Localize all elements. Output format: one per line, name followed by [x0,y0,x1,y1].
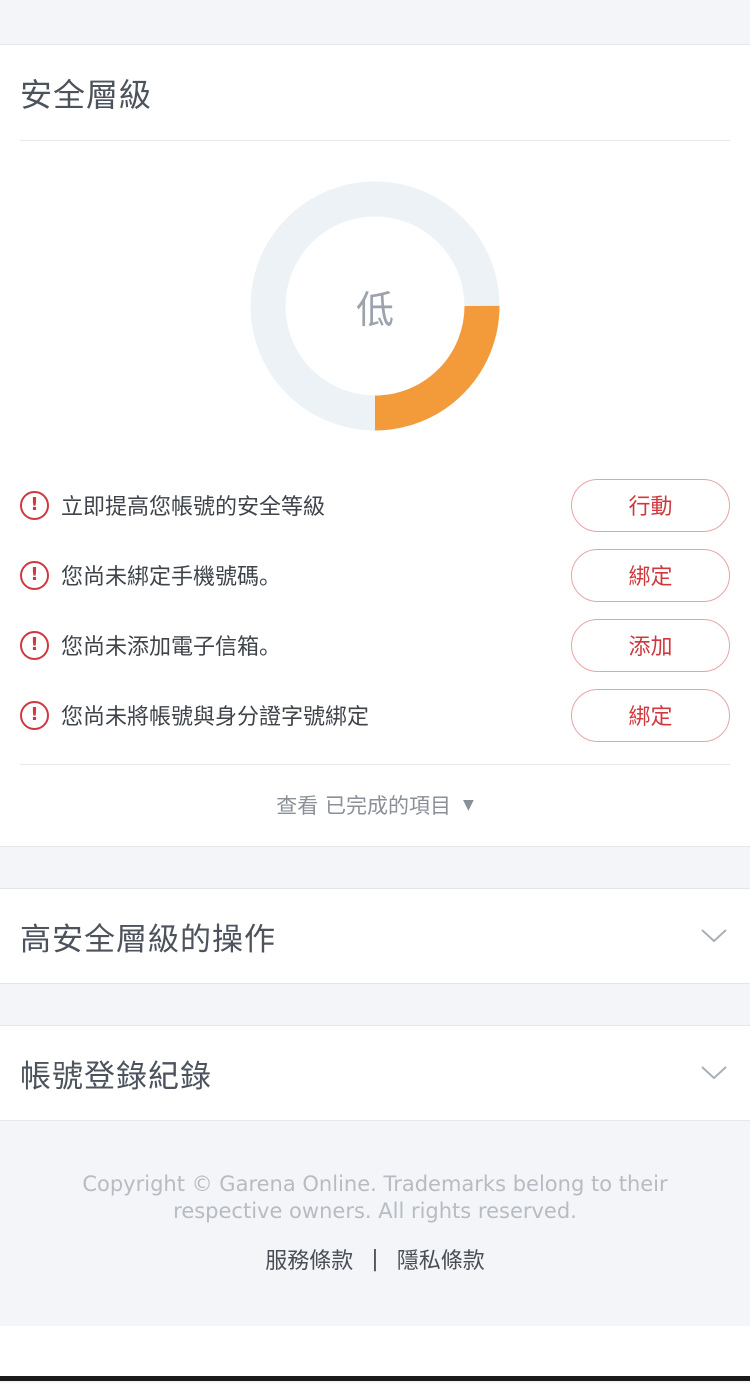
accordion-login-history[interactable]: 帳號登錄紀錄 [0,1026,750,1121]
link-separator: | [371,1246,379,1272]
security-level-label: 低 [355,287,394,332]
privacy-link[interactable]: 隱私條款 [397,1243,485,1275]
view-completed-toggle[interactable]: 查看 已完成的項目 ▼ [0,765,750,845]
terms-link[interactable]: 服務條款 [265,1243,353,1275]
security-task-list: ! 立即提高您帳號的安全等級 行動 ! 您尚未綁定手機號碼。 綁定 ! 您尚未添… [20,470,730,750]
caret-down-icon: ▼ [462,797,474,813]
home-indicator-bar [0,1376,750,1381]
chevron-down-icon [701,1066,727,1080]
top-spacer [0,0,750,45]
security-level-title: 安全層級 [20,45,730,141]
task-row-id: ! 您尚未將帳號與身分證字號綁定 綁定 [20,680,730,750]
action-button[interactable]: 行動 [571,478,730,532]
task-text: 您尚未添加電子信箱。 [61,635,282,660]
footer-links: 服務條款 | 隱私條款 [0,1243,750,1275]
copyright-text: Copyright © Garena Online. Trademarks be… [65,1171,685,1225]
security-level-card: 安全層級 低 ! 立即提高您帳號的安全等級 行動 ! 您尚未綁定手機號碼。 綁定… [0,45,750,847]
task-text: 您尚未綁定手機號碼。 [61,565,282,590]
section-gap [0,984,750,1026]
alert-circle-icon: ! [20,700,49,730]
task-row-email: ! 您尚未添加電子信箱。 添加 [20,610,730,680]
footer: Copyright © Garena Online. Trademarks be… [0,1121,750,1326]
alert-circle-icon: ! [20,490,49,520]
accordion-high-security-ops[interactable]: 高安全層級的操作 [0,889,750,984]
alert-circle-icon: ! [20,630,49,660]
bottom-area [0,1326,750,1376]
alert-circle-icon: ! [20,560,49,590]
view-completed-label: 查看 已完成的項目 [276,794,451,818]
accordion-title: 高安全層級的操作 [20,921,276,958]
task-text: 立即提高您帳號的安全等級 [61,495,326,520]
task-text: 您尚未將帳號與身分證字號綁定 [61,705,370,730]
add-email-button[interactable]: 添加 [571,618,730,672]
section-gap [0,847,750,889]
security-level-ring: 低 [0,141,750,481]
task-row-phone: ! 您尚未綁定手機號碼。 綁定 [20,540,730,610]
chevron-down-icon [701,929,727,943]
bind-phone-button[interactable]: 綁定 [571,548,730,602]
accordion-title: 帳號登錄紀錄 [20,1058,212,1095]
bind-id-button[interactable]: 綁定 [571,688,730,742]
copyright-line-1: Copyright © Garena Online. Trademarks be… [82,1172,668,1196]
copyright-line-2: respective owners. All rights reserved. [173,1199,577,1223]
